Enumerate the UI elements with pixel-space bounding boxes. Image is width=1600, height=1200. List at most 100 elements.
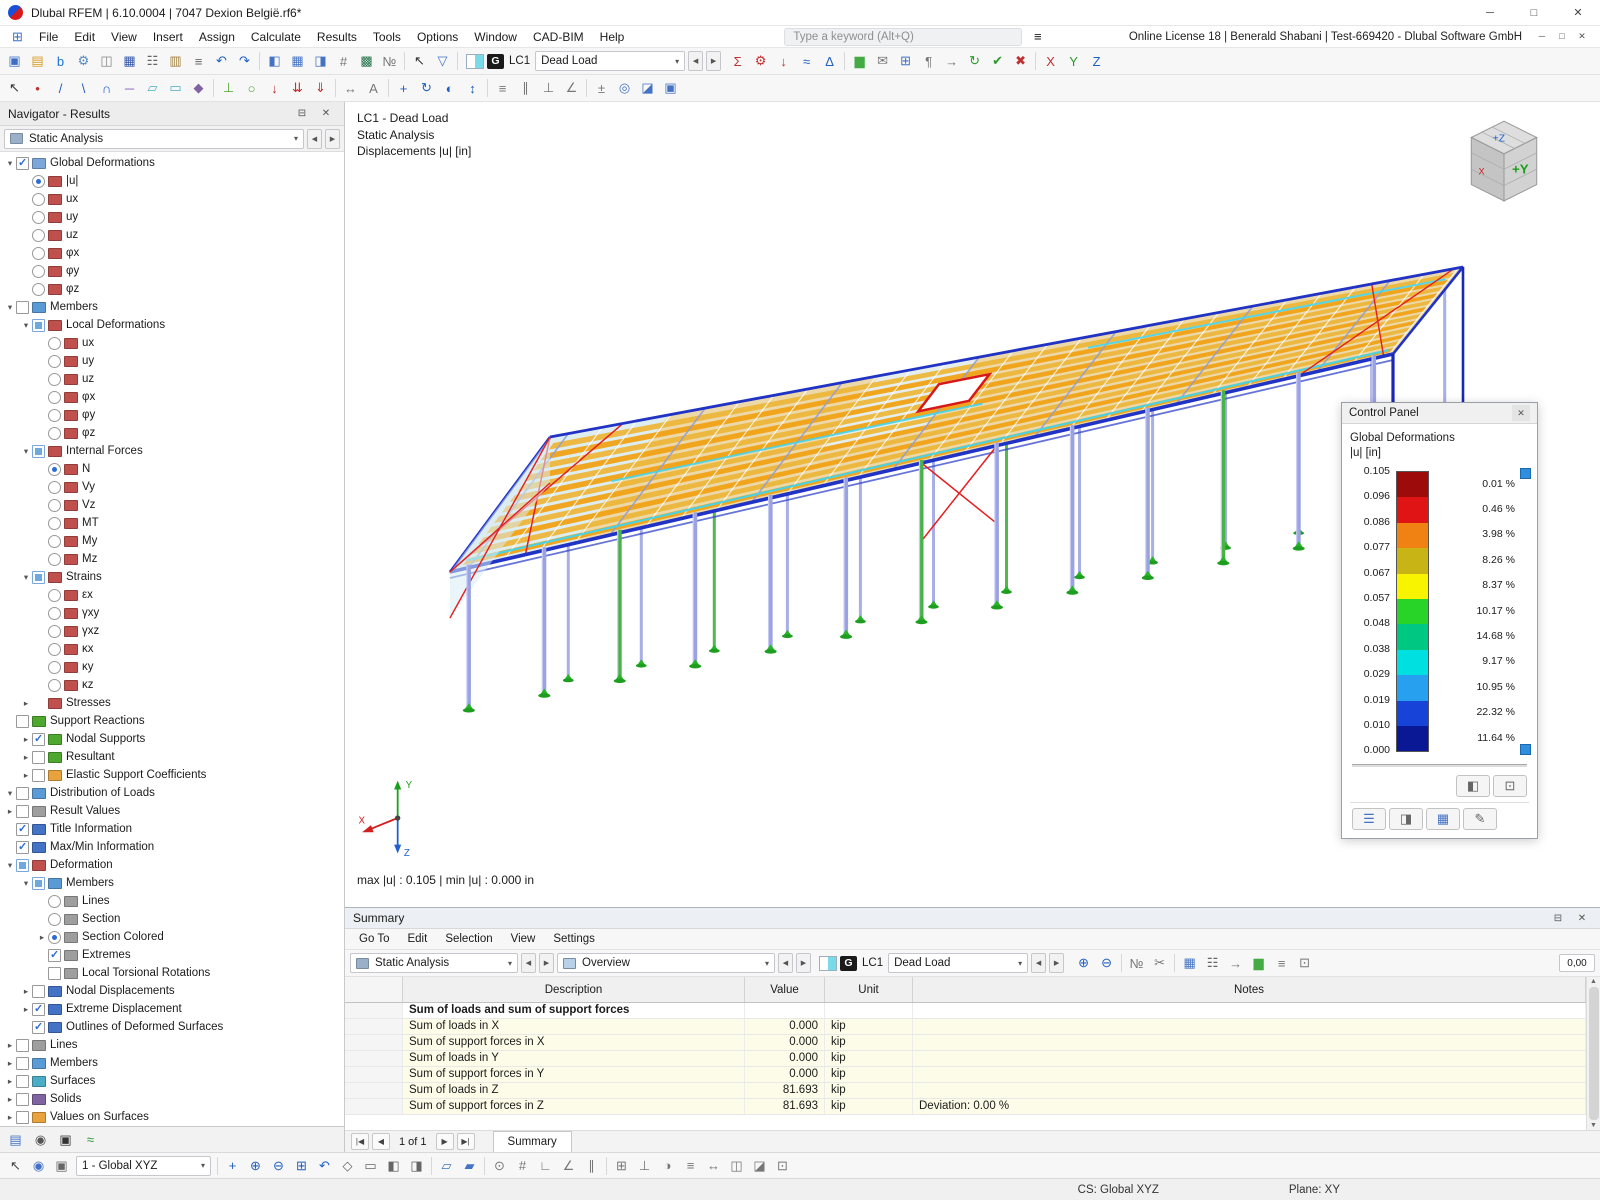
tree-radio[interactable] [32,246,45,260]
tree-item-x[interactable]: φx [2,388,344,406]
search-options-icon[interactable]: ≡ [1026,26,1049,48]
tree-item-global-deformations[interactable]: ▾ Global Deformations [2,154,344,172]
undo-icon[interactable]: ↶ [210,50,233,72]
tree-radio[interactable] [48,606,61,620]
previous-view-icon[interactable]: ↶ [313,1155,336,1177]
tree-radio[interactable] [48,552,61,566]
pan-icon[interactable]: + [221,1155,244,1177]
grid-toggle-icon[interactable]: ⊞ [610,1155,633,1177]
maximize-button[interactable]: □ [1512,0,1556,25]
table-section-row[interactable]: Sum of loads and sum of support forces [345,1003,1586,1019]
result-values-icon[interactable]: Δ [818,50,841,72]
line-tool-icon[interactable]: / [49,77,72,99]
view-yz-icon[interactable]: ◨ [405,1155,428,1177]
tree-radio[interactable] [48,408,61,422]
summary-close-icon[interactable]: ✕ [1572,913,1592,924]
tree-radio[interactable] [48,498,61,512]
summary-menu-selection[interactable]: Selection [437,931,500,947]
tree-item-outlines-of-deformed-surfaces[interactable]: Outlines of Deformed Surfaces [2,1018,344,1036]
remove-from-selection-icon[interactable]: ⊖ [1095,952,1118,974]
menu-results[interactable]: Results [309,28,365,46]
tree-expander-icon[interactable]: ▾ [20,446,32,457]
tree-expander-icon[interactable]: ▾ [4,158,16,169]
panel-table-icon[interactable]: ▦ [1426,808,1460,831]
tree-expander-icon[interactable]: ▾ [20,320,32,331]
tree-checkbox[interactable] [32,444,45,458]
tree-radio[interactable] [48,372,61,386]
tree-radio[interactable] [48,516,61,530]
summary-menu-settings[interactable]: Settings [545,931,603,947]
tree-radio[interactable] [48,336,61,350]
dlubal-cloud-icon[interactable]: b [49,50,72,72]
pager-first-button[interactable]: |◀ [351,1133,369,1150]
menu-insert[interactable]: Insert [145,28,191,46]
print-table-icon[interactable]: ☷ [1201,952,1224,974]
tree-expander-icon[interactable]: ▾ [20,878,32,889]
tree-item-vz[interactable]: Vz [2,496,344,514]
tree-radio[interactable] [48,534,61,548]
document-minimize-icon[interactable]: ─ [1532,31,1552,42]
align-icon[interactable]: ≡ [491,77,514,99]
tree-item-n[interactable]: N [2,460,344,478]
tree-item-local-deformations[interactable]: ▾ Local Deformations [2,316,344,334]
tree-item-lines[interactable]: Lines [2,892,344,910]
render-mode-icon[interactable]: ▣ [659,77,682,99]
tree-expander-icon[interactable]: ▸ [4,1058,16,1069]
summary-prev-load-case-button[interactable]: ◀ [1031,953,1047,973]
view-xy-icon[interactable]: ▭ [359,1155,382,1177]
tree-expander-icon[interactable]: ▸ [36,932,48,943]
calculation-settings-icon[interactable]: ⚙ [749,50,772,72]
delete-results-icon[interactable]: ✖ [1009,50,1032,72]
summary-next-load-case-button[interactable]: ▶ [1049,953,1065,973]
menu-help[interactable]: Help [592,28,633,46]
text-tool-icon[interactable]: A [362,77,385,99]
quick-access-icon[interactable]: ⊞ [6,26,29,48]
summary-view-next-button[interactable]: ▶ [796,953,811,973]
surface-tool-icon[interactable]: ▱ [141,77,164,99]
tree-item-uz[interactable]: uz [2,370,344,388]
table-row-sum-of-loads-in-x[interactable]: Sum of loads in X 0.000 kip [345,1019,1586,1035]
angle-icon[interactable]: ∠ [560,77,583,99]
charts-icon[interactable]: ▆ [848,50,871,72]
sort-x-icon[interactable]: X [1039,50,1062,72]
tree-expander-icon[interactable]: ▸ [4,1040,16,1051]
clipboard-icon[interactable]: ▥ [164,50,187,72]
navigator-float-icon[interactable]: ⊟ [292,108,312,119]
solid-tool-icon[interactable]: ◆ [187,77,210,99]
mail-icon[interactable]: ✉ [871,50,894,72]
zoom-window-icon[interactable]: ⊞ [290,1155,313,1177]
pointer-mode-icon[interactable]: ↖ [408,50,431,72]
tree-expander-icon[interactable]: ▸ [20,986,32,997]
scrollbar-thumb[interactable] [1588,987,1599,1120]
report-icon[interactable]: ¶ [917,50,940,72]
scale-max-handle[interactable] [1520,468,1531,479]
tree-item-mz[interactable]: Mz [2,550,344,568]
summary-analysis-select[interactable]: Static Analysis ▾ [350,953,518,973]
result-values-filter-icon[interactable]: № [1125,952,1148,974]
move-icon[interactable]: + [392,77,415,99]
model-settings-icon[interactable]: ⚙ [72,50,95,72]
fullscreen-icon[interactable]: ⊡ [771,1155,794,1177]
expand-table-icon[interactable]: ⊡ [1293,952,1316,974]
tree-item-values-on-surfaces[interactable]: ▸ Values on Surfaces [2,1108,344,1126]
redo-icon[interactable]: ↷ [233,50,256,72]
table-row-sum-of-support-forces-in-y[interactable]: Sum of support forces in Y 0.000 kip [345,1067,1586,1083]
menu-assign[interactable]: Assign [191,28,243,46]
section-plane-icon[interactable]: ◪ [748,1155,771,1177]
table-row-sum-of-support-forces-in-z[interactable]: Sum of support forces in Z 81.693 kip Devia… [345,1099,1586,1115]
panel-pin-icon[interactable]: ⊡ [1493,775,1527,798]
clipping-box-icon[interactable]: ◫ [725,1155,748,1177]
member-tool-icon[interactable]: ─ [118,77,141,99]
snap-node-icon[interactable]: ⊙ [488,1155,511,1177]
pager-next-button[interactable]: ▶ [435,1133,454,1150]
calculate-all-icon[interactable]: Σ [726,50,749,72]
hinge-tool-icon[interactable]: ○ [240,77,263,99]
snap-ortho-icon[interactable]: ∟ [534,1155,557,1177]
tree-item-max-min-information[interactable]: Max/Min Information [2,838,344,856]
tree-expander-icon[interactable]: ▸ [4,806,16,817]
view-xz-icon[interactable]: ◧ [382,1155,405,1177]
menu-file[interactable]: File [31,28,66,46]
tree-checkbox[interactable] [48,948,61,962]
notes-icon[interactable]: ≡ [187,50,210,72]
tree-item-mt[interactable]: MT [2,514,344,532]
